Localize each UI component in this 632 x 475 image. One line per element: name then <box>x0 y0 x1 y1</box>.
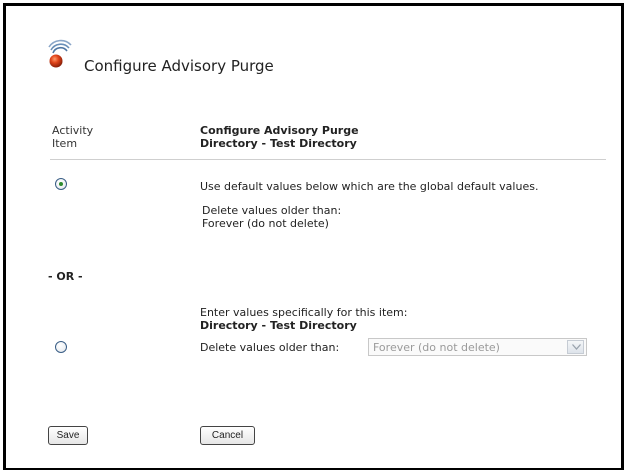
save-button[interactable]: Save <box>48 426 88 445</box>
or-separator: - OR - <box>48 270 83 283</box>
default-values-label: Use default values below which are the g… <box>200 180 539 193</box>
default-values-radio[interactable] <box>55 178 67 190</box>
page-title: Configure Advisory Purge <box>84 57 274 75</box>
column-header-config: Configure Advisory Purge Directory - Tes… <box>200 124 359 150</box>
cancel-button[interactable]: Cancel <box>200 426 255 445</box>
broadcast-logo-icon <box>45 33 75 69</box>
delete-older-than-select[interactable]: Forever (do not delete) <box>368 338 587 356</box>
default-delete-label: Delete values older than: <box>202 204 342 217</box>
radio-selected-dot <box>59 182 63 186</box>
column-header-line2: Item <box>52 137 78 150</box>
specific-values-label: Enter values specifically for this item: <box>200 306 408 319</box>
chevron-down-icon[interactable] <box>567 340 584 354</box>
specific-values-radio[interactable] <box>55 341 67 353</box>
config-header-title: Configure Advisory Purge <box>200 124 359 137</box>
select-value: Forever (do not delete) <box>373 341 500 354</box>
specific-delete-label: Delete values older than: <box>200 341 340 354</box>
column-header-activity-item: Activity Item <box>52 124 93 150</box>
config-header-item: Directory - Test Directory <box>200 137 357 150</box>
column-header-line1: Activity <box>52 124 94 137</box>
specific-item-name: Directory - Test Directory <box>200 319 357 332</box>
default-delete-value: Forever (do not delete) <box>202 217 329 230</box>
header-divider <box>50 159 606 160</box>
